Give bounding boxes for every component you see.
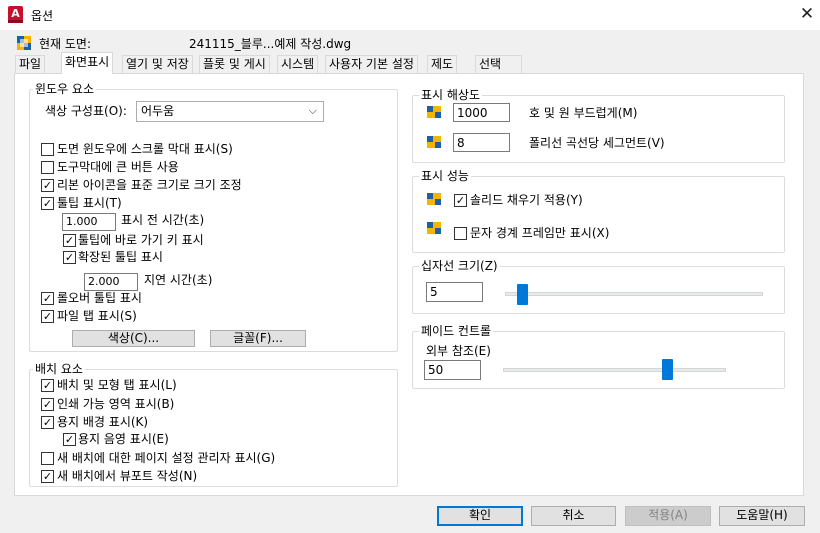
- layout-model-tabs-checkbox[interactable]: ✓: [41, 379, 54, 392]
- tab-user-preferences[interactable]: 사용자 기본 설정: [325, 55, 418, 73]
- display-performance-title: 표시 성능: [419, 169, 471, 183]
- current-drawing-label: 현재 도면:: [39, 37, 92, 51]
- create-viewport-checkbox[interactable]: ✓: [41, 470, 54, 483]
- help-button[interactable]: 도움말(H): [719, 506, 805, 526]
- tab-files[interactable]: 파일: [15, 55, 46, 73]
- tab-display[interactable]: 화면표시: [61, 52, 114, 74]
- fonts-button[interactable]: 글꼴(F)...: [210, 330, 306, 347]
- arc-smoothness-input[interactable]: 1000: [453, 103, 510, 122]
- polyline-segments-input[interactable]: 8: [453, 133, 510, 152]
- colors-button[interactable]: 색상(C)...: [72, 330, 195, 347]
- xref-fade-slider-track[interactable]: [503, 368, 726, 372]
- rollover-tooltip-label: 롤오버 툴팁 표시: [57, 291, 142, 305]
- solid-fill-label: 솔리드 채우기 적용(Y): [470, 193, 583, 207]
- show-tooltips-checkbox[interactable]: ✓: [41, 197, 54, 210]
- color-scheme-select[interactable]: 어두움 ⌵: [136, 101, 324, 122]
- autocad-app-icon: A: [8, 6, 23, 23]
- polyline-segments-icon: [427, 136, 441, 148]
- tooltip-shortcut-label: 툴팁에 바로 가기 키 표시: [78, 233, 204, 247]
- crosshair-size-slider-thumb[interactable]: [517, 284, 529, 305]
- extended-tooltip-label: 확장된 툴팁 표시: [78, 250, 163, 264]
- display-performance-group: [412, 176, 785, 253]
- ribbon-icons-checkbox[interactable]: ✓: [41, 179, 54, 192]
- scrollbar-label: 도면 윈도우에 스크롤 막대 표시(S): [57, 142, 233, 156]
- page-setup-manager-checkbox[interactable]: [41, 452, 54, 465]
- paper-shadow-label: 용지 음영 표시(E): [78, 432, 169, 446]
- tooltip-delay-input[interactable]: 1.000: [62, 213, 116, 231]
- text-boundary-checkbox[interactable]: [454, 227, 467, 240]
- tab-open-save[interactable]: 열기 및 저장: [122, 55, 193, 73]
- large-buttons-checkbox[interactable]: [41, 161, 54, 174]
- tooltip-delay-label: 표시 전 시간(초): [121, 213, 205, 227]
- extended-tooltip-checkbox[interactable]: ✓: [63, 251, 76, 264]
- apply-button[interactable]: 적용(A): [625, 506, 711, 526]
- text-boundary-label: 문자 경계 프레임만 표시(X): [470, 226, 610, 240]
- tab-drafting[interactable]: 제도: [427, 55, 458, 73]
- crosshair-size-title: 십자선 크기(Z): [419, 259, 500, 273]
- printable-area-checkbox[interactable]: ✓: [41, 398, 54, 411]
- file-tabs-label: 파일 탭 표시(S): [57, 309, 137, 323]
- tooltip-shortcut-checkbox[interactable]: ✓: [63, 234, 76, 247]
- color-scheme-value: 어두움: [141, 104, 175, 118]
- drawing-file-icon: [17, 36, 31, 50]
- chevron-down-icon: ⌵: [308, 104, 317, 117]
- close-icon[interactable]: ✕: [797, 4, 817, 24]
- crosshair-size-input[interactable]: 5: [426, 282, 483, 302]
- tab-plot-publish[interactable]: 플롯 및 게시: [199, 55, 270, 73]
- tab-system[interactable]: 시스템: [277, 55, 319, 73]
- paper-background-checkbox[interactable]: ✓: [41, 416, 54, 429]
- display-resolution-title: 표시 해상도: [419, 88, 483, 102]
- window-elements-title: 윈도우 요소: [33, 82, 97, 96]
- cancel-button[interactable]: 취소: [531, 506, 616, 526]
- xref-fade-label: 외부 참조(E): [426, 344, 491, 358]
- solid-fill-checkbox[interactable]: ✓: [454, 194, 467, 207]
- printable-area-label: 인쇄 가능 영역 표시(B): [57, 397, 175, 411]
- window-title: 옵션: [31, 9, 54, 23]
- xref-fade-input[interactable]: 50: [424, 360, 481, 380]
- layout-model-tabs-label: 배치 및 모형 탭 표시(L): [57, 378, 177, 392]
- current-drawing-filename: 241115_블루...예제 작성.dwg: [189, 37, 352, 51]
- ribbon-icons-label: 리본 아이콘을 표준 크기로 크기 조정: [57, 178, 242, 192]
- title-bar: [0, 0, 820, 30]
- polyline-segments-label: 폴리선 곡선당 세그먼트(V): [529, 136, 665, 150]
- create-viewport-label: 새 배치에서 뷰포트 작성(N): [57, 469, 198, 483]
- fade-control-title: 페이드 컨트롤: [419, 324, 494, 338]
- tab-selection[interactable]: 선택: [475, 55, 522, 73]
- large-buttons-label: 도구막대에 큰 버튼 사용: [57, 160, 179, 174]
- color-scheme-label: 색상 구성표(O):: [45, 104, 127, 118]
- extended-delay-input[interactable]: 2.000: [84, 273, 138, 291]
- arc-smoothness-label: 호 및 원 부드럽게(M): [529, 106, 638, 120]
- crosshair-size-slider-track[interactable]: [505, 292, 763, 296]
- arc-smoothness-icon: [427, 106, 441, 118]
- layout-elements-title: 배치 요소: [33, 362, 85, 376]
- rollover-tooltip-checkbox[interactable]: ✓: [41, 292, 54, 305]
- extended-delay-label: 지연 시간(초): [144, 273, 213, 287]
- page-setup-manager-label: 새 배치에 대한 페이지 설정 관리자 표시(G): [57, 451, 276, 465]
- paper-shadow-checkbox[interactable]: ✓: [63, 433, 76, 446]
- show-tooltips-label: 툴팁 표시(T): [57, 196, 122, 210]
- text-boundary-icon: [427, 222, 441, 234]
- ok-button[interactable]: 확인: [437, 506, 523, 526]
- paper-background-label: 용지 배경 표시(K): [57, 415, 149, 429]
- scrollbar-checkbox[interactable]: [41, 143, 54, 156]
- solid-fill-icon: [427, 193, 441, 205]
- file-tabs-checkbox[interactable]: ✓: [41, 310, 54, 323]
- xref-fade-slider-thumb[interactable]: [662, 359, 673, 380]
